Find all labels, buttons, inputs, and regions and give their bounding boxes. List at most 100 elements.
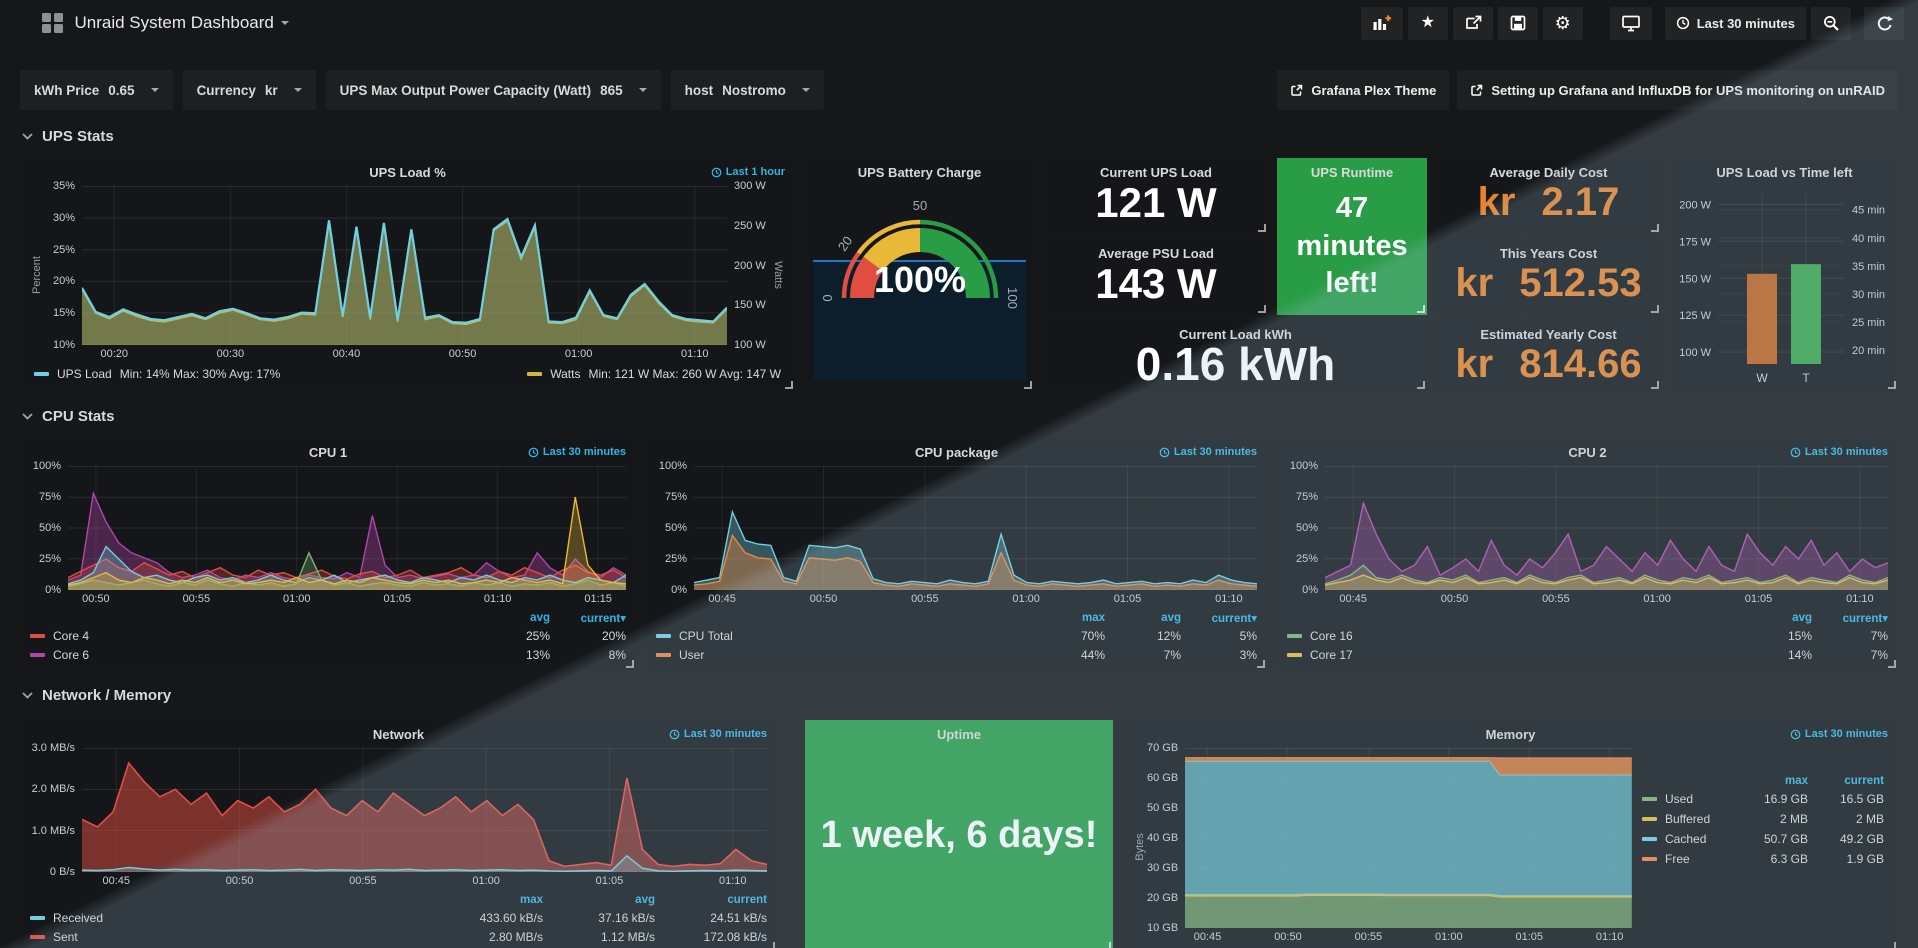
panel-time-range[interactable]: Last 30 minutes	[669, 728, 767, 740]
legend-series-ups-load[interactable]: UPS Load Min: 14% Max: 30% Avg: 17%	[34, 367, 280, 381]
time-range-label: Last 30 minutes	[684, 728, 767, 740]
save-icon	[1509, 14, 1527, 32]
link-grafana-plex-theme[interactable]: Grafana Plex Theme	[1277, 70, 1449, 110]
link-label: Setting up Grafana and InfluxDB for UPS …	[1491, 83, 1885, 98]
cpu-package-chart[interactable]: 00:4500:5000:5501:0001:0501:10	[694, 466, 1257, 608]
variable-value[interactable]: Nostromo	[722, 83, 786, 98]
legend-sort-max[interactable]: max	[1732, 775, 1808, 787]
axis-tick-label: 01:05	[596, 875, 624, 887]
apps-grid-icon[interactable]	[42, 13, 63, 34]
refresh-icon	[1876, 15, 1893, 32]
link-grafana-influxdb-guide[interactable]: Setting up Grafana and InfluxDB for UPS …	[1457, 70, 1898, 110]
section-network-memory[interactable]: Network / Memory	[22, 687, 171, 704]
panel-time-range[interactable]: Last 30 minutes	[1159, 446, 1257, 458]
chevron-down-icon[interactable]	[281, 21, 289, 25]
legend-series[interactable]: Core 6	[30, 648, 474, 662]
panel-title[interactable]: Uptime	[805, 727, 1113, 742]
panel-ups-runtime: UPS Runtime 47 minutes left!	[1277, 158, 1427, 315]
ups-load-chart[interactable]: 00:2000:3000:4000:5001:0001:10	[82, 186, 727, 363]
chevron-down-icon	[22, 133, 33, 140]
refresh-button[interactable]	[1864, 7, 1904, 40]
stat-value: 47 minutes left!	[1283, 190, 1421, 303]
cpu1-chart[interactable]: 00:5000:5501:0001:0501:1001:15	[68, 466, 626, 608]
settings-button[interactable]: ⚙	[1543, 7, 1583, 40]
zoom-out-button[interactable]	[1811, 7, 1851, 40]
save-button[interactable]	[1498, 7, 1538, 40]
legend-series[interactable]: Core 17	[1287, 648, 1736, 662]
panel-title[interactable]: UPS Load %	[20, 165, 795, 180]
panel-title[interactable]: Average Daily Cost	[1436, 165, 1661, 180]
clock-icon	[1676, 16, 1690, 30]
legend-sort-avg[interactable]: avg	[474, 612, 550, 624]
variable-ups-max-output[interactable]: UPS Max Output Power Capacity (Watt) 865	[326, 70, 661, 110]
legend-series[interactable]: Received	[30, 911, 431, 925]
section-cpu-stats[interactable]: CPU Stats	[22, 408, 115, 425]
variable-value[interactable]: 865	[600, 83, 623, 98]
cpu2-chart[interactable]: 00:4500:5000:5501:0001:0501:10	[1325, 466, 1888, 608]
legend-sort-max[interactable]: max	[1029, 612, 1105, 624]
bar-chart-plus-icon	[1372, 15, 1392, 31]
section-ups-stats[interactable]: UPS Stats	[22, 128, 114, 145]
legend-row: Received 433.60 kB/s 37.16 kB/s 24.51 kB…	[30, 908, 767, 927]
legend: UPS Load Min: 14% Max: 30% Avg: 17% Watt…	[30, 363, 785, 385]
legend-sort-current[interactable]: current	[655, 894, 767, 906]
panel-title[interactable]: Average PSU Load	[1044, 246, 1268, 261]
legend-sort-avg[interactable]: avg	[543, 894, 655, 906]
svg-text:100: 100	[1005, 287, 1020, 309]
legend-sort-current[interactable]: current▾	[1812, 611, 1888, 625]
legend-sort-avg[interactable]: avg	[1736, 612, 1812, 624]
axis-tick-label: 00:30	[217, 348, 245, 360]
legend-series-watts[interactable]: Watts Min: 121 W Max: 260 W Avg: 147 W	[527, 367, 781, 381]
panel-title[interactable]: This Years Cost	[1436, 246, 1661, 261]
dashboard-title[interactable]: Unraid System Dashboard	[75, 13, 274, 33]
panel-title[interactable]: Current UPS Load	[1044, 165, 1268, 180]
legend-sort-current[interactable]: current▾	[550, 611, 626, 625]
svg-text:50: 50	[912, 198, 926, 213]
panel-time-range[interactable]: Last 30 minutes	[528, 446, 626, 458]
y-axis-label: Percent	[30, 186, 44, 363]
panel-title[interactable]: Network	[20, 727, 777, 742]
legend-series[interactable]: Free	[1642, 852, 1732, 866]
legend-series[interactable]: Sent	[30, 930, 431, 944]
stat-value: kr512.53	[1436, 263, 1661, 303]
variable-currency[interactable]: Currency kr	[183, 70, 316, 110]
panel-title[interactable]: Memory	[1123, 727, 1898, 742]
series-swatch	[1287, 653, 1302, 657]
legend-series[interactable]: Buffered	[1642, 812, 1732, 826]
time-range-picker[interactable]: Last 30 minutes	[1665, 7, 1806, 40]
favorite-button[interactable]: ★	[1408, 7, 1448, 40]
panel-title[interactable]: Estimated Yearly Cost	[1436, 327, 1661, 342]
memory-chart[interactable]: 00:4500:5000:5501:0001:0501:10	[1185, 748, 1632, 946]
legend-sort-current[interactable]: current	[1808, 775, 1884, 787]
cycle-view-button[interactable]	[1610, 7, 1652, 40]
legend-series[interactable]: Cached	[1642, 832, 1732, 846]
battery-gauge: 02050100100%	[814, 188, 1026, 320]
legend-series[interactable]: Core 4	[30, 629, 474, 643]
variable-value[interactable]: kr	[265, 83, 278, 98]
variable-kwh-price[interactable]: kWh Price 0.65	[20, 70, 173, 110]
legend-series[interactable]: Used	[1642, 792, 1732, 806]
legend-sort-avg[interactable]: avg	[1105, 612, 1181, 624]
legend-sort-current[interactable]: current▾	[1181, 611, 1257, 625]
panel-title[interactable]: UPS Battery Charge	[805, 165, 1034, 180]
legend-series[interactable]: User	[656, 648, 1029, 662]
dashboard-links: Grafana Plex Theme Setting up Grafana an…	[1277, 70, 1898, 110]
panel-title[interactable]: UPS Load vs Time left	[1671, 165, 1898, 180]
share-button[interactable]	[1453, 7, 1493, 40]
add-panel-button[interactable]	[1361, 7, 1403, 40]
legend: max avg current▾ CPU Total 70% 12% 5% Us…	[656, 609, 1257, 664]
axis-tick-label: 01:05	[1515, 931, 1543, 943]
variable-value[interactable]: 0.65	[108, 83, 134, 98]
legend-sort-max[interactable]: max	[431, 894, 543, 906]
panel-time-range[interactable]: Last 30 minutes	[1790, 446, 1888, 458]
legend-series[interactable]: CPU Total	[656, 629, 1029, 643]
ups-load-vs-time-chart[interactable]: 200 W175 W150 W125 W100 W45 min40 min35 …	[1674, 184, 1896, 390]
variable-host[interactable]: host Nostromo	[671, 70, 824, 110]
x-axis-ticks: 00:4500:5000:5501:0001:0501:10	[1325, 593, 1888, 608]
x-axis-ticks: 00:2000:3000:4000:5001:0001:10	[82, 348, 727, 363]
legend-series[interactable]: Core 16	[1287, 629, 1736, 643]
network-chart[interactable]: 00:4500:5000:5501:0001:0501:10	[82, 748, 767, 890]
panel-title[interactable]: UPS Runtime	[1277, 165, 1427, 180]
panel-time-range[interactable]: Last 1 hour	[711, 166, 785, 178]
panel-time-range[interactable]: Last 30 minutes	[1790, 728, 1888, 740]
